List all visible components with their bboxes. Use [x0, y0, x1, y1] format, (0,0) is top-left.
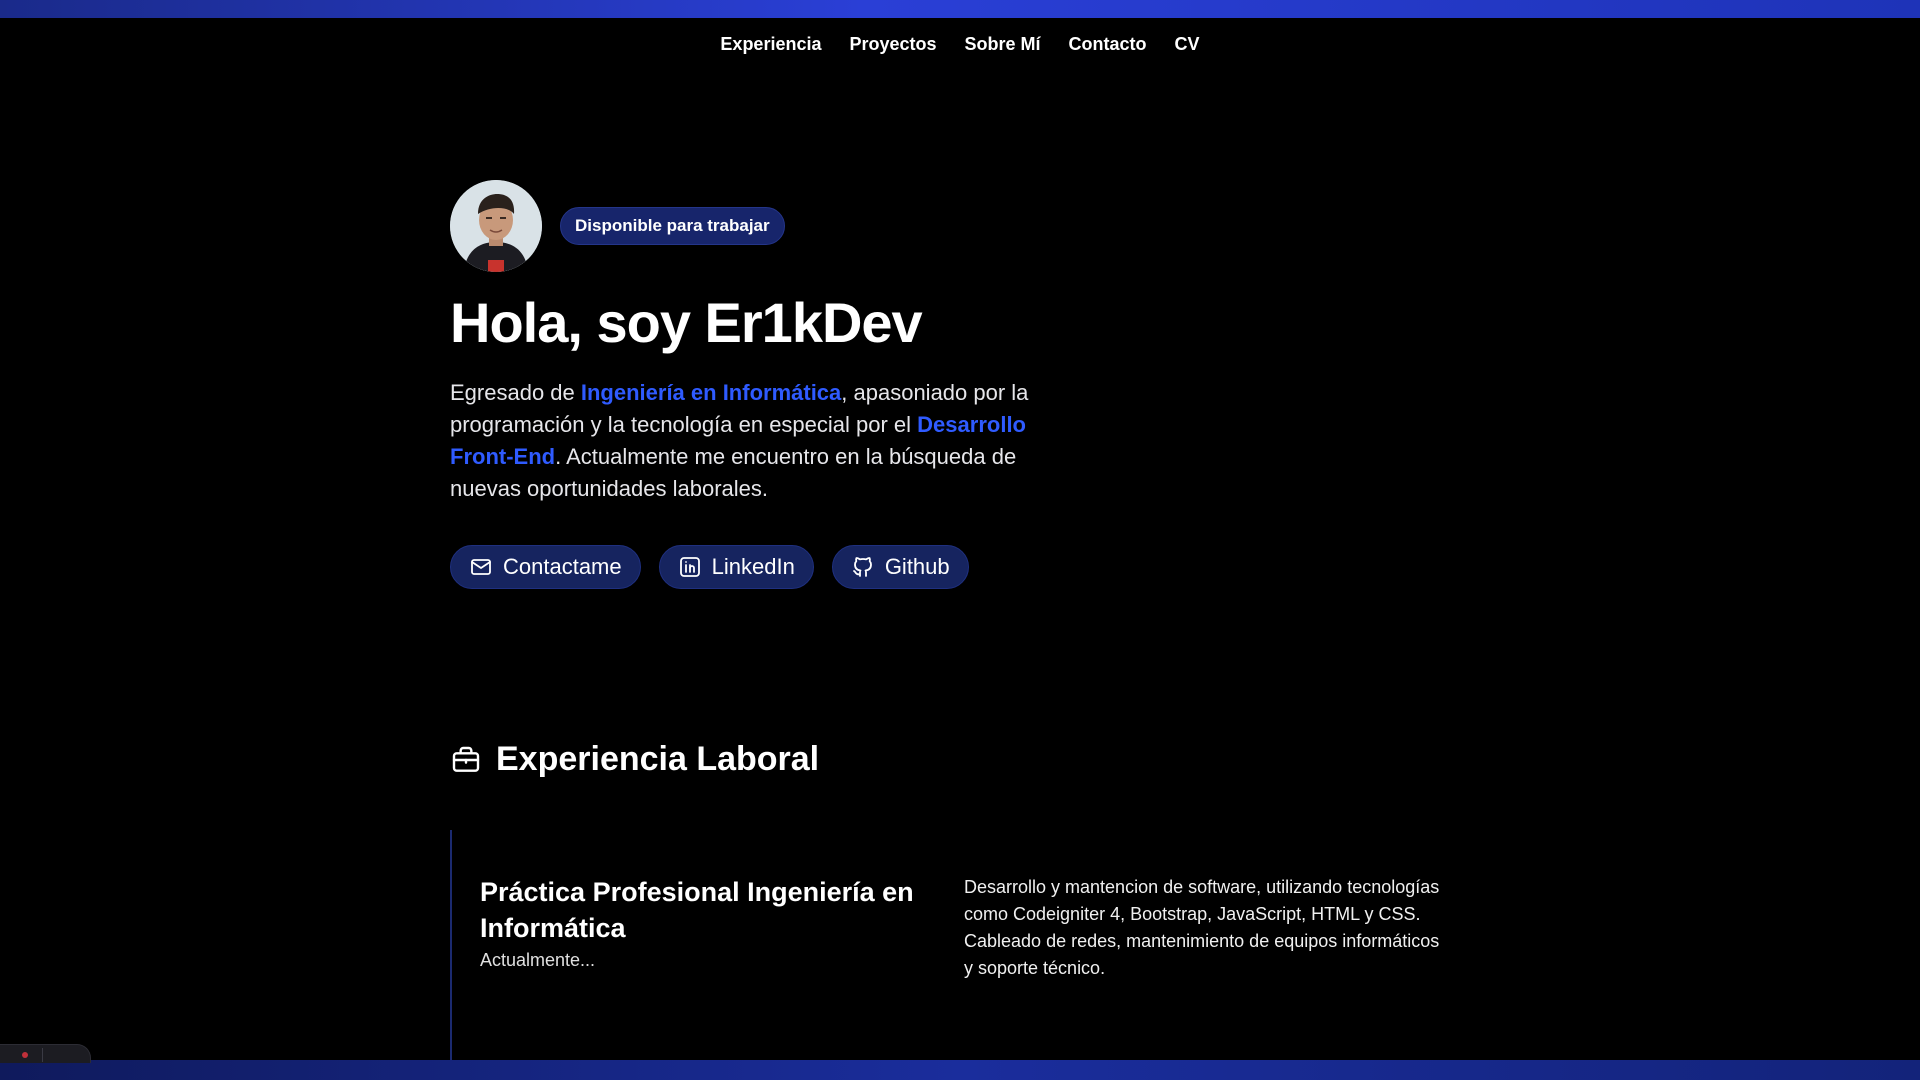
nav-item-contacto[interactable]: Contacto	[1069, 30, 1147, 59]
intro-highlight-degree: Ingeniería en Informática	[580, 380, 842, 405]
experience-timeline: Práctica Profesional Ingeniería en Infor…	[450, 830, 1452, 1060]
intro-text-1: Egresado de	[450, 380, 581, 405]
status-dot-icon	[22, 1052, 28, 1058]
hero-buttons: Contactame LinkedIn Github	[450, 545, 1090, 589]
github-icon	[852, 557, 872, 577]
corner-widget[interactable]	[0, 1044, 91, 1063]
github-button-label: Github	[884, 554, 950, 579]
nav-item-cv[interactable]: CV	[1175, 30, 1200, 59]
linkedin-icon	[679, 557, 700, 577]
github-button[interactable]: Github	[831, 545, 969, 589]
job-title: Práctica Profesional Ingeniería en Infor…	[480, 877, 914, 943]
avatar	[450, 180, 542, 272]
divider	[42, 1048, 43, 1062]
nav-item-proyectos[interactable]: Proyectos	[849, 30, 936, 59]
experience-heading: Experiencia Laboral	[496, 740, 820, 778]
job-date: Actualmente...	[480, 950, 596, 970]
top-accent-bar	[0, 0, 1920, 18]
job-entry: Práctica Profesional Ingeniería en Infor…	[480, 874, 920, 971]
avatar-portrait	[450, 180, 542, 272]
experience-heading-row: Experiencia Laboral	[450, 740, 1450, 779]
availability-badge: Disponible para trabajar	[560, 207, 785, 245]
hero-section: Disponible para trabajar Hola, soy Er1kD…	[450, 180, 1090, 589]
mail-icon	[471, 559, 491, 575]
nav-item-sobre-mi[interactable]: Sobre Mí	[965, 30, 1041, 59]
linkedin-button[interactable]: LinkedIn	[658, 545, 814, 589]
contact-button[interactable]: Contactame	[450, 545, 641, 589]
avatar-row: Disponible para trabajar	[450, 180, 1090, 272]
nav-item-experiencia[interactable]: Experiencia	[720, 30, 821, 59]
main-nav: Experiencia Proyectos Sobre Mí Contacto …	[0, 30, 1920, 59]
hero-intro: Egresado de Ingeniería en Informática, a…	[450, 377, 1090, 505]
briefcase-icon	[452, 746, 480, 772]
job-description: Desarrollo y mantencion de software, uti…	[964, 877, 1440, 978]
experience-section: Experiencia Laboral	[450, 740, 1450, 779]
linkedin-button-label: LinkedIn	[711, 554, 795, 579]
bottom-accent-bar	[0, 1060, 1920, 1080]
hero-title: Hola, soy Er1kDev	[450, 291, 923, 354]
contact-button-label: Contactame	[503, 554, 622, 579]
